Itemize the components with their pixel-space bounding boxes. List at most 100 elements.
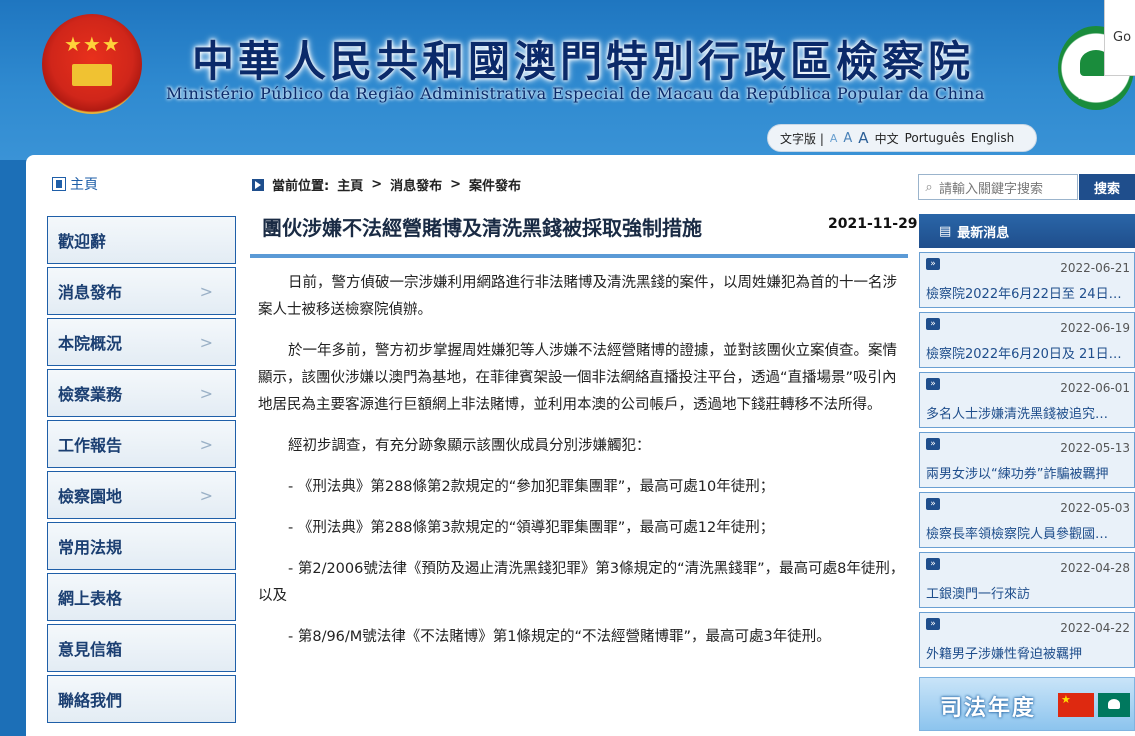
sidebar-item-news[interactable]: 消息發布 > <box>47 267 236 315</box>
article-paragraph: 於一年多前，警方初步掌握周姓嫌犯等人涉嫌不法經營賭博的證據，並對該團伙立案偵查。… <box>258 343 897 413</box>
double-chevron-icon: » <box>926 558 940 570</box>
chevron-right-icon: > <box>199 434 213 454</box>
sidebar-item-garden[interactable]: 檢察園地 > <box>47 471 236 519</box>
lang-portuguese-link[interactable]: Português <box>905 131 965 145</box>
breadcrumb-news[interactable]: 消息發布 <box>390 175 442 194</box>
news-title-link[interactable]: 檢察長率領檢察院人員參觀國… <box>926 523 1130 542</box>
site-header: ★★★ 中華人民共和國澳門特別行政區檢察院 Ministério Público… <box>0 0 1135 160</box>
search-icon: ⌕ <box>925 179 933 195</box>
judicial-year-banner[interactable]: 司法年度 <box>919 677 1135 731</box>
font-size-small-button[interactable]: A <box>830 132 838 145</box>
sidebar-item-label: 檢察業務 <box>58 385 123 404</box>
news-title-link[interactable]: 檢察院2022年6月22日至 24日… <box>926 283 1130 302</box>
home-link-label: 主頁 <box>70 177 98 193</box>
sidebar-item-feedback[interactable]: 意見信箱 <box>47 624 236 672</box>
article-list-item: - 第8/96/M號法律《不法賭博》第1條規定的“不法經營賭博罪”，最高可處3年… <box>288 629 831 645</box>
news-item[interactable]: » 2022-05-13 兩男女涉以“練功券”詐騙被羈押 <box>919 432 1135 488</box>
news-title-link[interactable]: 工銀澳門一行來訪 <box>926 583 1130 602</box>
sidebar-nav: 歡迎辭 消息發布 > 本院概況 > 檢察業務 > 工作報告 > 檢察園地 > 常用法規 網… <box>47 216 236 726</box>
double-chevron-icon: » <box>926 378 940 390</box>
article-list-item: - 《刑法典》第288條第2款規定的“參加犯罪集團罪”，最高可處10年徒刑； <box>288 479 775 495</box>
sidebar-item-laws[interactable]: 常用法規 <box>47 522 236 570</box>
news-item[interactable]: » 2022-05-03 檢察長率領檢察院人員參觀國… <box>919 492 1135 548</box>
china-flag-icon <box>1058 693 1094 717</box>
chevron-right-icon: > <box>199 383 213 403</box>
sidebar-item-label: 網上表格 <box>58 589 123 608</box>
sidebar-item-label: 消息發布 <box>58 283 123 302</box>
search-button[interactable]: 搜索 <box>1079 174 1135 200</box>
title-divider <box>250 254 908 258</box>
news-item[interactable]: » 2022-04-22 外籍男子涉嫌性脅迫被羈押 <box>919 612 1135 668</box>
stars-icon: ★★★ <box>64 32 121 56</box>
sidebar-item-label: 工作報告 <box>58 436 123 455</box>
sidebar-item-label: 檢察園地 <box>58 487 123 506</box>
site-title-chinese: 中華人民共和國澳門特別行政區檢察院 <box>192 37 975 86</box>
latest-news-panel: ▤ 最新消息 » 2022-06-21 檢察院2022年6月22日至 24日… » 2… <box>919 214 1135 668</box>
sidebar-item-about[interactable]: 本院概況 > <box>47 318 236 366</box>
lang-english-link[interactable]: English <box>971 131 1014 145</box>
google-translate-widget[interactable]: Go <box>1104 0 1135 76</box>
site-title-portuguese: Ministério Público da Região Administrat… <box>166 84 985 103</box>
news-date: 2022-05-03 <box>1060 501 1130 515</box>
search-input[interactable]: ⌕ 請輸入關鍵字搜索 <box>918 174 1078 200</box>
font-size-medium-button[interactable]: A <box>843 131 852 146</box>
article-paragraph: 日前，警方偵破一宗涉嫌利用網路進行非法賭博及清洗黑錢的案件，以周姓嫌犯為首的十一… <box>258 275 897 318</box>
banner-title: 司法年度 <box>940 696 1037 721</box>
macau-flag-icon <box>1098 693 1130 717</box>
breadcrumb-cases[interactable]: 案件發布 <box>469 175 521 194</box>
sidebar-item-label: 歡迎辭 <box>58 232 107 251</box>
news-item[interactable]: » 2022-06-21 檢察院2022年6月22日至 24日… <box>919 252 1135 308</box>
sidebar-item-label: 聯絡我們 <box>58 691 123 710</box>
chevron-right-icon: > <box>199 485 213 505</box>
article-list-item: - 《刑法典》第288條第3款規定的“領導犯罪集團罪”，最高可處12年徒刑； <box>288 520 775 536</box>
breadcrumb: 當前位置: 主頁 > 消息發布 > 案件發布 <box>252 175 521 194</box>
chevron-right-icon: > <box>199 332 213 352</box>
article-paragraph: 經初步調查，有充分跡象顯示該團伙成員分別涉嫌觸犯： <box>288 438 651 454</box>
sidebar-item-forms[interactable]: 網上表格 <box>47 573 236 621</box>
home-link[interactable]: 主頁 <box>52 174 98 194</box>
news-title-link[interactable]: 外籍男子涉嫌性脅迫被羈押 <box>926 643 1130 662</box>
news-date: 2022-06-01 <box>1060 381 1130 395</box>
news-date: 2022-05-13 <box>1060 441 1130 455</box>
national-emblem-icon: ★★★ <box>42 14 142 114</box>
news-item[interactable]: » 2022-06-01 多名人士涉嫌清洗黑錢被追究… <box>919 372 1135 428</box>
news-title-link[interactable]: 多名人士涉嫌清洗黑錢被追究… <box>926 403 1130 422</box>
language-bar: 文字版 | A A A 中文 Português English <box>767 124 1037 152</box>
double-chevron-icon: » <box>926 438 940 450</box>
news-date: 2022-04-28 <box>1060 561 1130 575</box>
tiananmen-icon <box>72 64 112 86</box>
news-date: 2022-04-22 <box>1060 621 1130 635</box>
news-title-link[interactable]: 兩男女涉以“練功券”詐騙被羈押 <box>926 463 1130 482</box>
news-title-link[interactable]: 檢察院2022年6月20日及 21日… <box>926 343 1130 362</box>
article-body: 日前，警方偵破一宗涉嫌利用網路進行非法賭博及清洗黑錢的案件，以周姓嫌犯為首的十一… <box>258 270 906 665</box>
article-title: 團伙涉嫌不法經營賭博及清洗黑錢被採取強制措施 <box>262 216 702 240</box>
sidebar-item-prosecution[interactable]: 檢察業務 > <box>47 369 236 417</box>
article-date: 2021-11-29 <box>828 216 918 232</box>
search-placeholder: 請輸入關鍵字搜索 <box>939 181 1044 197</box>
sidebar-item-label: 本院概況 <box>58 334 123 353</box>
double-chevron-icon: » <box>926 498 940 510</box>
latest-news-title: 最新消息 <box>957 225 1010 241</box>
news-item[interactable]: » 2022-04-28 工銀澳門一行來訪 <box>919 552 1135 608</box>
font-size-large-button[interactable]: A <box>858 129 868 147</box>
double-chevron-icon: » <box>926 318 940 330</box>
news-item[interactable]: » 2022-06-19 檢察院2022年6月20日及 21日… <box>919 312 1135 368</box>
breadcrumb-home[interactable]: 主頁 <box>337 175 363 194</box>
article-list-item: - 第2/2006號法律《預防及遏止清洗黑錢犯罪》第3條規定的“清洗黑錢罪”，最… <box>258 561 905 604</box>
news-icon: ▤ <box>939 223 952 239</box>
macau-emblem-label: MACAU <box>1077 91 1115 102</box>
breadcrumb-separator: > <box>450 177 462 192</box>
sidebar-item-label: 常用法規 <box>58 538 123 557</box>
sidebar-item-contact[interactable]: 聯絡我們 <box>47 675 236 723</box>
sidebar-item-label: 意見信箱 <box>58 640 123 659</box>
sidebar-item-reports[interactable]: 工作報告 > <box>47 420 236 468</box>
home-icon <box>52 177 66 191</box>
breadcrumb-label: 當前位置: <box>272 179 330 194</box>
sidebar-item-welcome[interactable]: 歡迎辭 <box>47 216 236 264</box>
text-version-link[interactable]: 文字版 | <box>780 130 824 147</box>
play-arrow-icon <box>252 178 264 191</box>
lang-chinese-link[interactable]: 中文 <box>875 130 899 147</box>
news-date: 2022-06-21 <box>1060 261 1130 275</box>
breadcrumb-separator: > <box>371 177 383 192</box>
double-chevron-icon: » <box>926 618 940 630</box>
